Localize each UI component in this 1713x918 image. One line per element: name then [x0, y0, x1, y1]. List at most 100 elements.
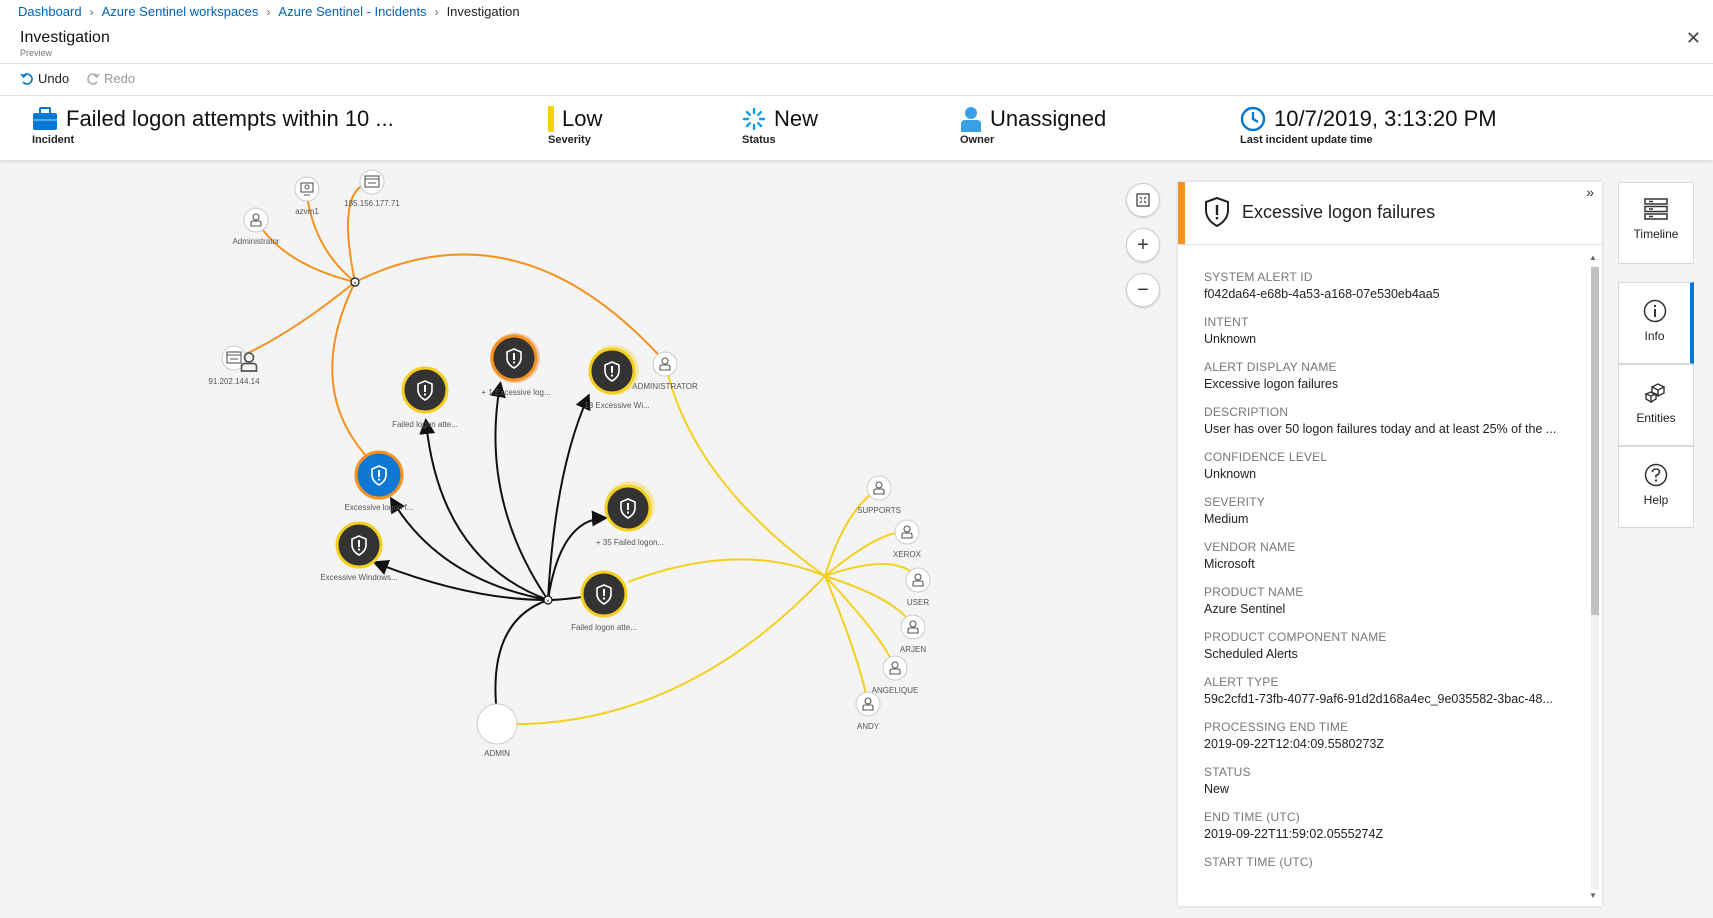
field-product-component-name: PRODUCT COMPONENT NAME Scheduled Alerts [1204, 630, 1588, 661]
undo-button[interactable]: Undo [20, 71, 69, 86]
breadcrumb-bar: Dashboard › Azure Sentinel workspaces › … [0, 0, 1713, 25]
node-label: USER [907, 598, 929, 607]
graph-node-ip-185[interactable]: 185.156.177.71 [344, 169, 400, 208]
side-tab-label: Entities [1636, 411, 1676, 425]
side-tab-label: Timeline [1633, 227, 1679, 241]
side-tab-label: Help [1643, 493, 1669, 507]
field-value: 2019-09-22T11:59:02.0555274Z [1204, 827, 1384, 841]
graph-node-administrator-account[interactable]: Administrator [232, 207, 280, 246]
help-icon [1644, 463, 1668, 487]
incident-summary: Failed logon attempts within 10 ... Inci… [0, 96, 1713, 160]
fit-screen-icon [1136, 193, 1150, 207]
graph-alert-failed-logon-2[interactable]: Failed logon atte... [571, 570, 637, 632]
close-icon[interactable]: ✕ [1686, 28, 1701, 49]
field-product-name: PRODUCT NAME Azure Sentinel [1204, 585, 1588, 616]
update-time-value: 10/7/2019, 3:13:20 PM [1274, 106, 1497, 131]
graph-node-arjen[interactable]: ARJEN [900, 614, 926, 654]
page-header: Investigation Preview ✕ [0, 24, 1713, 64]
graph-alert-excessive-logon-f-selected[interactable]: Excessive logon f... [345, 450, 414, 512]
collapse-icon[interactable]: » [1586, 184, 1594, 200]
scroll-down-icon[interactable]: ▼ [1589, 891, 1597, 900]
field-alert-type: ALERT TYPE 59c2cfd1-73fb-4077-9af6-91d2d1… [1204, 675, 1588, 706]
side-tab-timeline[interactable]: Timeline [1618, 182, 1694, 264]
panel-header: Excessive logon failures » [1178, 182, 1602, 245]
black-edges [372, 381, 608, 705]
field-confidence-level: CONFIDENCE LEVEL Unknown [1204, 450, 1588, 481]
field-label: PROCESSING END TIME [1204, 720, 1349, 734]
clock-icon [1240, 106, 1266, 132]
shield-alert-icon [1205, 196, 1229, 228]
graph-node-user[interactable]: USER [905, 567, 931, 607]
owner-label: Owner [960, 134, 995, 146]
panel-scrollbar[interactable]: ▲ ▼ [1589, 253, 1599, 903]
side-tab-help[interactable]: Help [1618, 446, 1694, 528]
severity-label: Severity [548, 134, 591, 146]
field-label: DESCRIPTION [1204, 405, 1289, 419]
redo-button[interactable]: Redo [86, 71, 135, 86]
investigation-graph[interactable]: × × Administrator azvm1 185.156.177.71 9… [0, 160, 1160, 918]
fit-to-screen-button[interactable] [1126, 183, 1160, 217]
node-label: ADMIN [484, 749, 510, 758]
field-value: New [1204, 782, 1230, 796]
toolbar: Undo Redo [0, 64, 1713, 96]
panel-fields: SYSTEM ALERT ID f042da64-e68b-4a53-a168-0… [1178, 245, 1588, 906]
field-value: User has over 50 logon failures today an… [1204, 422, 1557, 436]
person-icon [961, 107, 981, 132]
side-tab-info[interactable]: Info [1618, 282, 1694, 364]
update-time-label: Last incident update time [1240, 134, 1373, 146]
graph-alert-35-failed[interactable]: + 35 Failed logon... [596, 481, 664, 547]
graph-node-andy[interactable]: ANDY [855, 691, 881, 731]
field-label: END TIME (UTC) [1204, 810, 1300, 824]
scroll-up-icon[interactable]: ▲ [1589, 253, 1597, 262]
graph-node-ip-91[interactable]: 91.202.144.14 [208, 345, 260, 386]
graph-alert-13-excessive[interactable]: 13 Excessive Wi... [584, 345, 650, 410]
field-description: DESCRIPTION User has over 50 logon failur… [1204, 405, 1588, 436]
node-label: Failed logon atte... [571, 623, 637, 632]
field-processing-end-time: PROCESSING END TIME 2019-09-22T12:04:09.5… [1204, 720, 1588, 751]
svg-text:×: × [353, 281, 357, 287]
chevron-right-icon: › [89, 4, 94, 19]
graph-node-azvm1-host[interactable]: azvm1 [294, 176, 320, 216]
field-value: f042da64-e68b-4a53-a168-07e530eb4aa5 [1204, 287, 1440, 301]
graph-node-xerox[interactable]: XEROX [893, 519, 922, 559]
status-value: New [774, 106, 819, 131]
field-value: Azure Sentinel [1204, 602, 1286, 616]
node-label: 91.202.144.14 [208, 377, 260, 386]
breadcrumb-dashboard[interactable]: Dashboard [18, 4, 82, 19]
field-value: Unknown [1204, 332, 1257, 346]
node-label: ADMINISTRATOR [632, 382, 698, 391]
zoom-in-button[interactable]: + [1126, 228, 1160, 262]
field-value: Unknown [1204, 467, 1257, 481]
field-start-time: START TIME (UTC) [1204, 855, 1588, 872]
graph-node-angelique[interactable]: ANGELIQUE [872, 655, 919, 695]
severity-value: Low [562, 106, 603, 131]
severity-bar [548, 106, 554, 132]
field-label: STATUS [1204, 765, 1251, 779]
panel-accent-bar [1178, 182, 1185, 244]
field-label: START TIME (UTC) [1204, 855, 1313, 869]
graph-node-administrator-upper[interactable]: ADMINISTRATOR [632, 351, 698, 391]
hub-node [823, 574, 827, 578]
graph-alert-failed-logon-1[interactable]: Failed logon atte... [392, 366, 458, 429]
graph-alert-excessive-log[interactable]: + 1 Excessive log... [481, 333, 551, 397]
node-label: Administrator [232, 237, 279, 246]
scroll-thumb[interactable] [1591, 267, 1599, 615]
field-value: Medium [1204, 512, 1249, 526]
plus-icon: + [1137, 233, 1149, 256]
breadcrumb-workspaces[interactable]: Azure Sentinel workspaces [102, 4, 259, 19]
zoom-out-button[interactable]: − [1126, 273, 1160, 307]
chevron-right-icon: › [266, 4, 271, 19]
hub-node: × [350, 277, 360, 287]
side-tab-entities[interactable]: Entities [1618, 364, 1694, 446]
spinner-icon [742, 107, 766, 131]
graph-node-supports[interactable]: SUPPORTS [857, 475, 901, 515]
graph-alert-excessive-windows[interactable]: Excessive Windows... [320, 521, 398, 582]
field-value: Excessive logon failures [1204, 377, 1339, 391]
minus-icon: − [1137, 278, 1149, 301]
node-label: + 35 Failed logon... [596, 538, 664, 547]
owner-value: Unassigned [990, 106, 1107, 131]
node-label: SUPPORTS [857, 506, 901, 515]
breadcrumb-incidents[interactable]: Azure Sentinel - Incidents [278, 4, 426, 19]
status-label: Status [742, 134, 776, 146]
entities-icon [1644, 383, 1666, 404]
